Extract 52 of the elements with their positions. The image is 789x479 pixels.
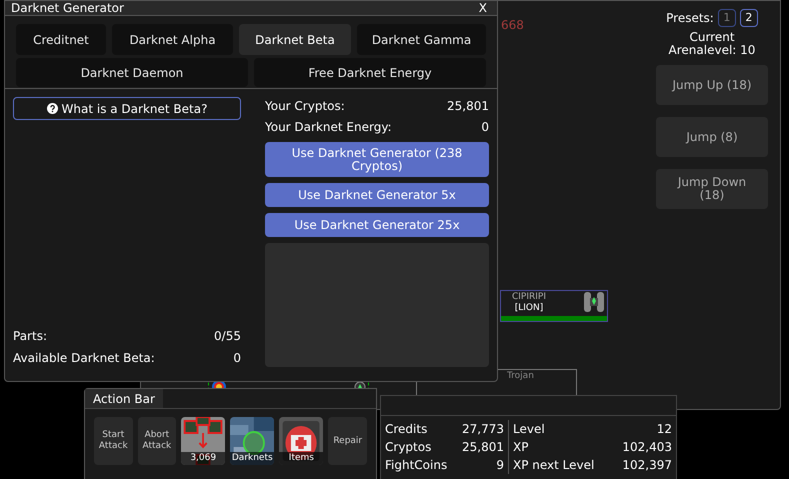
action-button[interactable]: Start Attack [94,417,133,465]
stat-value: 102,403 [622,439,672,456]
parts-label: Parts: [13,328,47,345]
presets-label: Presets: [666,10,714,27]
tab[interactable]: Darknet Beta [239,24,351,55]
preset-button[interactable]: 2 [740,9,758,27]
stat-label: XP next Level [513,457,594,474]
action-button[interactable]: Repair [328,417,368,465]
action-button[interactable]: Abort Attack [138,417,176,465]
tab[interactable]: Darknet Gamma [357,24,486,55]
stat-value: 25,801 [462,439,504,456]
action-slot[interactable]: 3,069 [181,417,226,465]
action-slot[interactable]: Items [279,417,324,465]
window-title: Darknet Generator [11,1,124,15]
stat-value: 27,773 [462,421,504,438]
stat-label: Level [513,421,545,438]
enemy-name: Trojan [507,370,534,383]
clan-tag: [LION] [514,303,544,314]
stat-value: 102,397 [622,457,672,474]
stat-label: FightCoins [385,457,448,474]
stat-label: Your Cryptos: [265,98,345,115]
stat-label: Credits [385,421,428,438]
tab[interactable]: Darknet Daemon [16,58,248,87]
tab[interactable]: Free Darknet Energy [254,58,486,87]
slot-label: Items [279,452,324,465]
stat-label: XP [513,439,528,456]
action-slot[interactable]: Darknets [230,417,274,465]
robot-icon [583,291,605,313]
parts-label: Available Darknet Beta: [13,350,155,367]
generate-button[interactable]: Use Darknet Generator 25x [265,213,489,237]
stat-value: 9 [496,457,504,474]
generate-button[interactable]: Use Darknet Generator (238 Cryptos) [265,142,489,177]
stat-value: 0 [481,119,489,136]
slot-label: 3,069 [181,452,226,465]
stat-label: Your Darknet Energy: [265,119,392,136]
stat-value: 12 [656,421,672,438]
tab[interactable]: Darknet Alpha [112,24,233,55]
parts-value: 0 [233,350,241,367]
tab[interactable]: Creditnet [16,24,106,55]
stat-label: Cryptos [385,439,432,456]
arenalevel-text: Current Arenalevel: 10 [668,31,756,57]
parts-value: 0/55 [214,328,241,345]
player-name: CIPIRIPI [512,292,546,303]
slot-label: Darknets [230,452,274,465]
preset-button[interactable]: 1 [718,9,736,27]
help-button[interactable]: What is a Darknet Beta? [13,97,241,120]
generate-button[interactable]: Use Darknet Generator 5x [265,183,489,207]
help-icon [46,103,58,114]
enemy-value: 668 [501,17,524,34]
action-bar-title: Action Bar [85,389,163,408]
stat-value: 25,801 [447,98,489,115]
close-button[interactable]: X [474,1,491,15]
